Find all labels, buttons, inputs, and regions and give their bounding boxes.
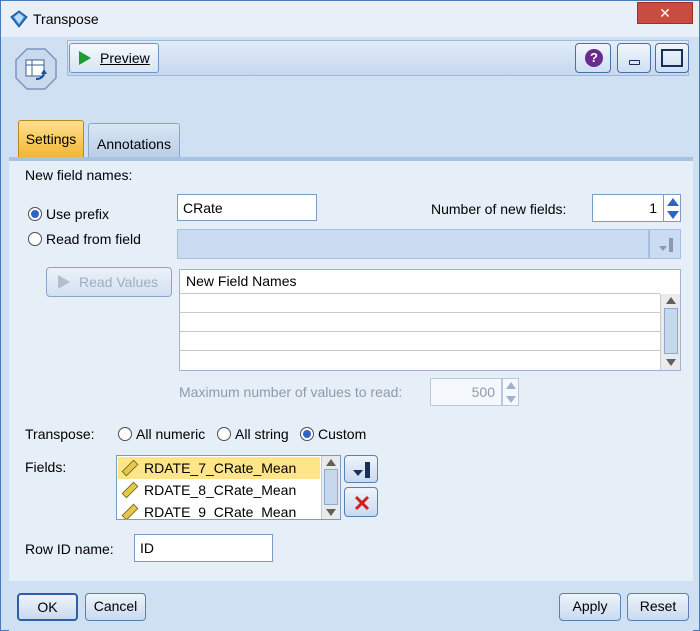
play-icon: [58, 275, 70, 289]
transpose-node-icon: [15, 48, 57, 90]
play-icon: [79, 51, 91, 65]
tab-annotations[interactable]: Annotations: [88, 123, 180, 158]
grid-row[interactable]: [180, 351, 660, 370]
all-string-label: All string: [235, 426, 289, 442]
list-item[interactable]: RDATE_8_CRate_Mean: [144, 482, 296, 498]
field-picker-icon: [659, 238, 673, 252]
window-title: Transpose: [33, 11, 99, 27]
row-id-label: Row ID name:: [25, 541, 114, 557]
grid-scrollbar[interactable]: [660, 294, 680, 370]
list-item[interactable]: RDATE_9_CRate_Mean: [144, 504, 296, 519]
new-field-names-grid: New Field Names: [179, 269, 681, 371]
spin-down-icon: [506, 396, 516, 403]
cancel-button[interactable]: Cancel: [85, 593, 146, 621]
spin-up-icon[interactable]: [667, 198, 679, 206]
grid-header: New Field Names: [180, 270, 660, 294]
read-values-button: Read Values: [46, 267, 172, 297]
help-button[interactable]: ?: [575, 43, 611, 73]
minimize-icon: [629, 60, 640, 65]
scroll-down-icon[interactable]: [666, 359, 676, 366]
use-prefix-radio[interactable]: [28, 207, 42, 221]
number-of-new-fields-input[interactable]: 1: [592, 194, 664, 222]
grid-row[interactable]: [180, 313, 660, 332]
spin-up-icon: [506, 382, 516, 389]
all-numeric-label: All numeric: [136, 426, 206, 442]
custom-radio[interactable]: [300, 427, 314, 441]
preview-label: Preview: [100, 50, 150, 66]
spin-down-icon[interactable]: [667, 211, 679, 219]
ruler-icon: [121, 503, 139, 519]
fields-scrollbar[interactable]: [321, 456, 340, 519]
ruler-icon: [121, 481, 139, 499]
maximize-icon: [661, 49, 683, 67]
apply-button[interactable]: Apply: [559, 593, 621, 621]
scroll-up-icon[interactable]: [326, 459, 336, 466]
custom-label: Custom: [318, 426, 367, 442]
scroll-thumb[interactable]: [664, 308, 678, 354]
prefix-input[interactable]: CRate: [177, 194, 317, 221]
scroll-up-icon[interactable]: [666, 297, 676, 304]
grid-row[interactable]: [180, 294, 660, 313]
transpose-dialog: Transpose ✕ Preview ? Settings Annotatio…: [0, 0, 700, 631]
all-string-radio[interactable]: [217, 427, 231, 441]
pick-fields-button[interactable]: [344, 455, 378, 483]
minimize-button[interactable]: [617, 43, 651, 73]
read-from-field-select: [177, 229, 649, 259]
tab-settings[interactable]: Settings: [18, 120, 84, 158]
fields-list[interactable]: RDATE_7_CRate_Mean RDATE_8_CRate_Mean RD…: [116, 455, 341, 520]
help-icon: ?: [585, 49, 603, 67]
number-of-new-fields-label: Number of new fields:: [431, 201, 567, 217]
new-field-names-label: New field names:: [25, 167, 133, 183]
reset-button[interactable]: Reset: [627, 593, 689, 621]
grid-row[interactable]: [180, 332, 660, 351]
list-item[interactable]: RDATE_7_CRate_Mean: [144, 460, 296, 476]
field-picker-button: [649, 229, 681, 259]
title-bar: [1, 1, 699, 37]
read-from-field-label: Read from field: [46, 231, 141, 247]
all-numeric-radio[interactable]: [118, 427, 132, 441]
ok-button[interactable]: OK: [17, 593, 78, 621]
fields-label: Fields:: [25, 459, 67, 475]
transpose-label: Transpose:: [25, 426, 95, 442]
close-button[interactable]: ✕: [637, 2, 693, 24]
scroll-thumb[interactable]: [324, 469, 338, 505]
read-values-label: Read Values: [79, 274, 159, 290]
use-prefix-label: Use prefix: [46, 206, 110, 222]
max-values-label: Maximum number of values to read:: [179, 384, 403, 400]
field-picker-icon: [353, 462, 370, 478]
delete-field-button[interactable]: [344, 487, 378, 517]
max-values-input: 500: [430, 378, 502, 406]
settings-panel: [9, 161, 693, 581]
preview-button[interactable]: Preview: [69, 43, 159, 73]
number-spinner[interactable]: [663, 194, 681, 222]
app-diamond-icon: [10, 10, 28, 28]
row-id-input[interactable]: ID: [134, 534, 273, 562]
maximize-button[interactable]: [655, 43, 689, 73]
scroll-down-icon[interactable]: [326, 509, 336, 516]
read-from-field-radio[interactable]: [28, 232, 42, 246]
max-values-spinner: [502, 378, 519, 406]
ruler-icon: [121, 459, 139, 477]
delete-x-icon: [354, 495, 370, 511]
